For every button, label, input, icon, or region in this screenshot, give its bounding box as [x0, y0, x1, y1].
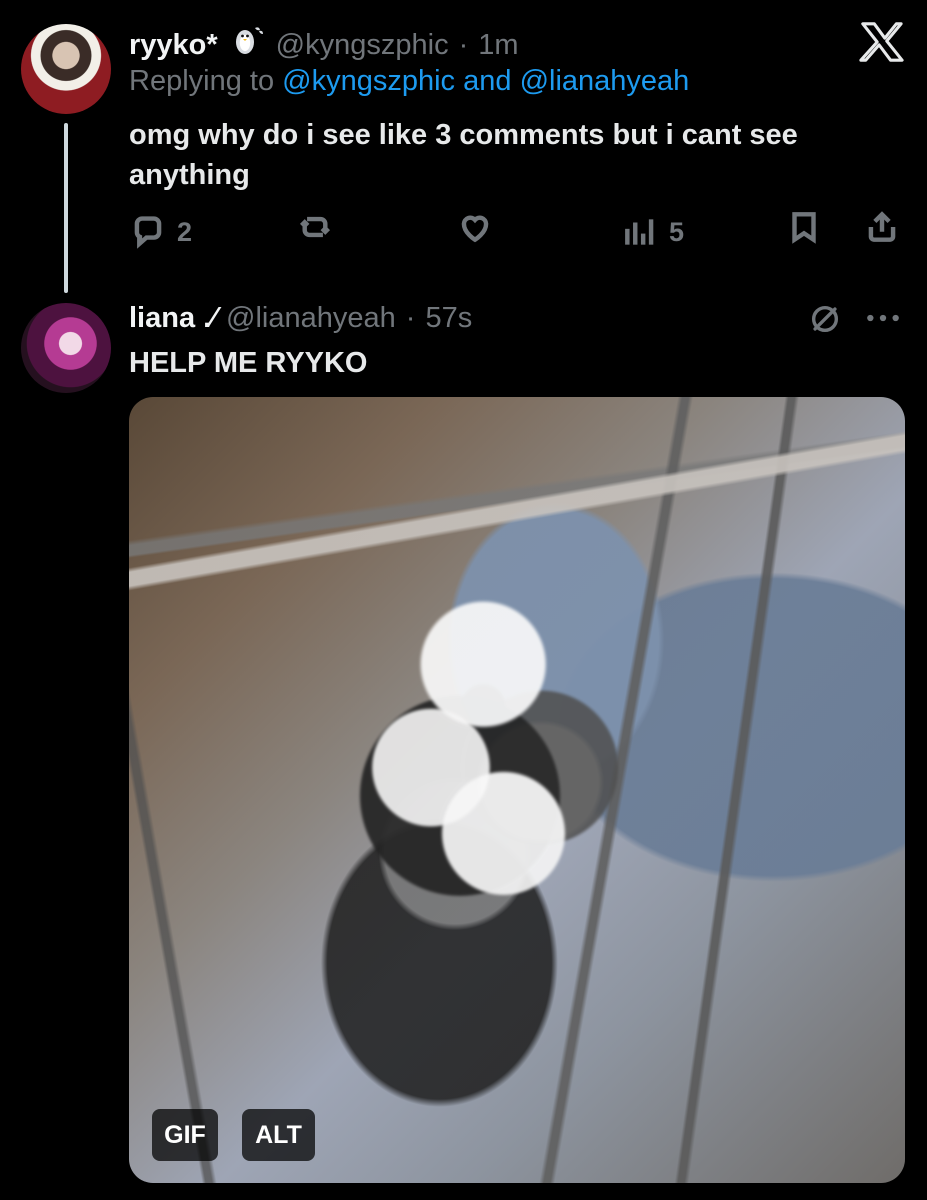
- tweet2-time[interactable]: 57s: [425, 301, 472, 335]
- tweet1-text: omg why do i see like 3 comments but i c…: [129, 119, 798, 191]
- repost-button[interactable]: [296, 208, 334, 246]
- views-count: 5: [669, 217, 685, 247]
- avatar-liana[interactable]: [21, 303, 111, 393]
- tweet2-display-name[interactable]: liana .⁄: [129, 301, 216, 335]
- avatar-ryyko[interactable]: [21, 24, 111, 114]
- penguin-icon: [228, 23, 266, 57]
- repost-icon: [299, 216, 331, 238]
- like-button[interactable]: [456, 208, 494, 246]
- more-icon[interactable]: [864, 303, 902, 333]
- tweet2-time-separator: ·: [405, 302, 416, 334]
- tweet1-time[interactable]: 1m: [478, 28, 518, 62]
- gif-kitten: [344, 542, 634, 1012]
- grok-icon[interactable]: [808, 302, 842, 336]
- tweet1-handle[interactable]: @kyngszphic: [276, 28, 449, 62]
- tweet1-header: ryyko* @kyngszphic · 1m: [129, 20, 519, 62]
- x-logo-icon[interactable]: [858, 20, 904, 64]
- thread-line: [64, 123, 68, 293]
- reply-button[interactable]: 2: [129, 208, 192, 256]
- tweet1-actions: 2 5: [129, 208, 905, 256]
- views-button[interactable]: 5: [621, 208, 684, 256]
- bookmark-icon: [792, 212, 816, 244]
- alt-badge[interactable]: ALT: [242, 1109, 315, 1161]
- replying-prefix: Replying to: [129, 65, 275, 97]
- tweet2-text: HELP ME RYYKO: [129, 347, 368, 379]
- mention-lianahyeah[interactable]: @lianahyeah: [520, 65, 690, 97]
- like-icon: [461, 215, 489, 243]
- reply-count: 2: [177, 217, 193, 247]
- mention-kyngszphic[interactable]: @kyngszphic: [282, 65, 455, 97]
- views-icon: [625, 219, 654, 245]
- tweet1-display-name[interactable]: ryyko*: [129, 28, 218, 62]
- tweet2-handle[interactable]: @lianahyeah: [226, 301, 396, 335]
- reply-icon: [134, 216, 162, 249]
- gif-badge[interactable]: GIF: [152, 1109, 218, 1161]
- gif-media[interactable]: GIF ALT: [129, 397, 905, 1183]
- tweet1-time-separator: ·: [458, 29, 469, 61]
- share-button[interactable]: [863, 208, 901, 246]
- share-icon: [868, 211, 896, 242]
- tweet2-header: liana .⁄ @lianahyeah · 57s: [129, 301, 472, 335]
- replying-to-line: Replying to @kyngszphic and @lianahyeah: [129, 63, 689, 99]
- tweet-thread: ryyko* @kyngszphic · 1m Replying to @kyn…: [0, 0, 927, 1200]
- replying-and: and: [463, 65, 512, 97]
- bookmark-button[interactable]: [785, 208, 823, 246]
